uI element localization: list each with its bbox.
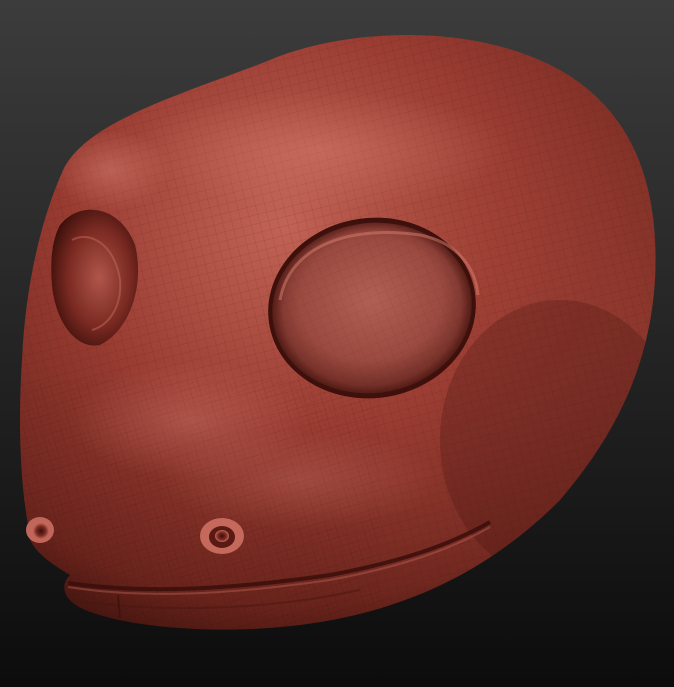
right-nostril <box>200 518 244 554</box>
sculpt-viewport[interactable] <box>0 0 674 687</box>
left-nostril <box>26 517 54 543</box>
viewport-canvas[interactable] <box>0 0 674 687</box>
